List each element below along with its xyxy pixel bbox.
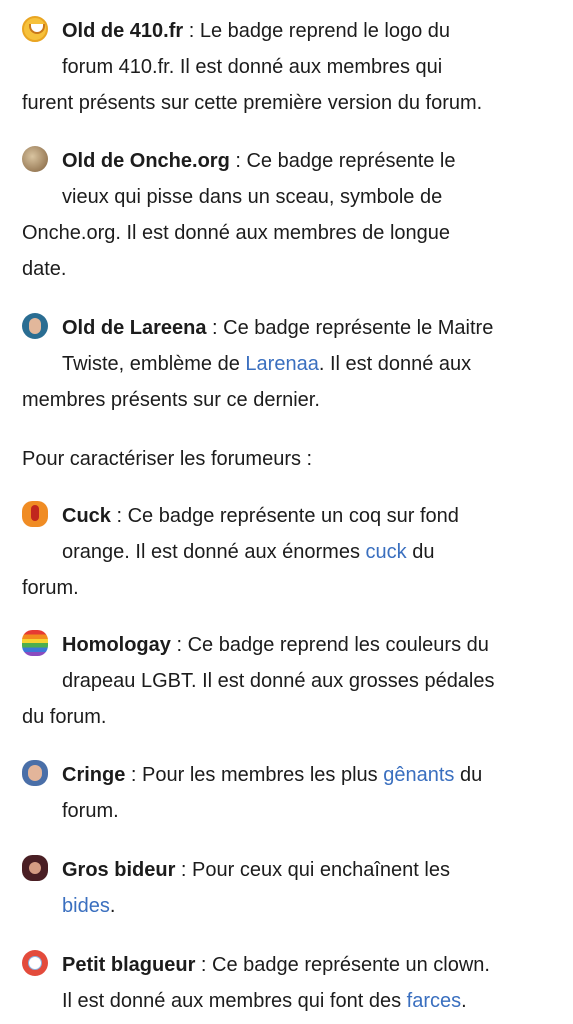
genants-link[interactable]: gênants [383, 764, 454, 786]
rooster-icon [22, 501, 48, 527]
badge-name: Homologay [62, 634, 171, 656]
badge-name: Cuck [62, 505, 111, 527]
larenaa-link[interactable]: Larenaa [245, 353, 318, 375]
bideur-face-icon [22, 855, 48, 881]
badge-entry-cuck: Cuck : Ce badge représente un coq sur fo… [22, 498, 559, 606]
badge-description: Ce badge représente un clown. [212, 954, 490, 976]
badge-entry-old-onche: Old de Onche.org : Ce badge représente l… [22, 143, 559, 287]
badge-description: Pour ceux qui enchaînent les [192, 859, 450, 881]
badge-entry-old-lareena: Old de Lareena : Ce badge représente le … [22, 310, 559, 418]
farces-link[interactable]: farces [407, 990, 461, 1012]
badge-name: Old de Lareena [62, 317, 207, 339]
badge-entry-homologay: Homologay : Ce badge reprend les couleur… [22, 627, 559, 735]
badge-name: Cringe [62, 764, 126, 786]
410-logo-icon [22, 16, 48, 42]
clown-icon [22, 950, 48, 976]
badge-entry-gros-bideur: Gros bideur : Pour ceux qui enchaînent l… [22, 852, 559, 924]
section-intro: Pour caractériser les forumeurs : [22, 448, 313, 470]
badge-name: Petit blagueur [62, 954, 196, 976]
bides-link[interactable]: bides [62, 895, 110, 917]
badge-description: Ce badge reprend les couleurs du [187, 634, 489, 656]
badge-name: Old de 410.fr [62, 20, 184, 42]
maitre-twiste-icon [22, 313, 48, 339]
badge-entry-petit-blagueur: Petit blagueur : Ce badge représente un … [22, 947, 559, 1019]
badge-name: Old de Onche.org [62, 150, 230, 172]
badge-description: Ce badge représente un coq sur fond [127, 505, 459, 527]
badge-descriptions: Old de 410.fr : Le badge reprend le logo… [0, 0, 573, 1024]
badge-description: Le badge reprend le logo du [199, 20, 451, 42]
badge-name: Gros bideur [62, 859, 176, 881]
badge-description: Ce badge représente le [246, 150, 456, 172]
badge-entry-cringe: Cringe : Pour les membres les plus gênan… [22, 757, 559, 829]
badge-description: Ce badge représente le Maitre [223, 317, 494, 339]
old-man-icon [22, 146, 48, 172]
cringe-face-icon [22, 760, 48, 786]
rainbow-flag-icon [22, 630, 48, 656]
badge-entry-old-410: Old de 410.fr : Le badge reprend le logo… [22, 13, 559, 121]
cuck-link[interactable]: cuck [366, 541, 407, 563]
